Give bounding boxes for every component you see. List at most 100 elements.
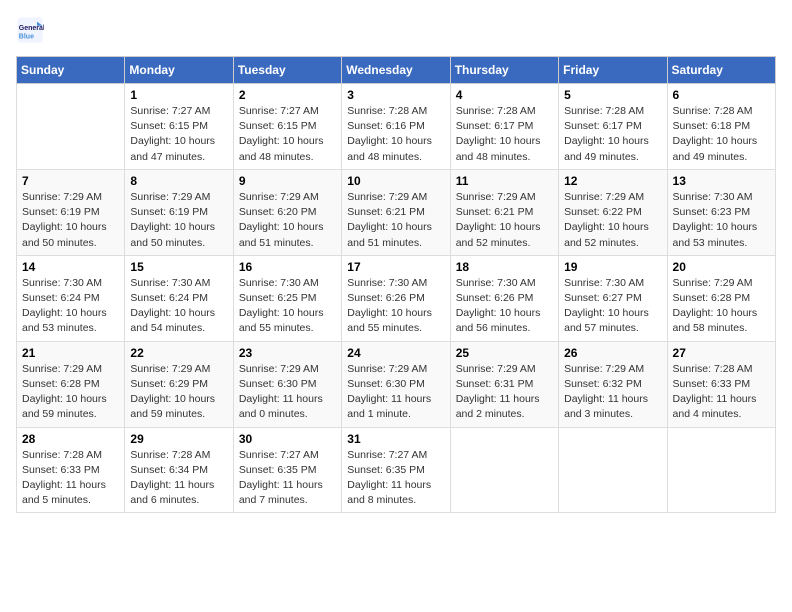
- day-cell-21: 21 Sunrise: 7:29 AM Sunset: 6:28 PM Dayli…: [17, 341, 125, 427]
- calendar-header-row: SundayMondayTuesdayWednesdayThursdayFrid…: [17, 57, 776, 84]
- header-tuesday: Tuesday: [233, 57, 341, 84]
- day-number: 22: [130, 346, 227, 360]
- day-number: 18: [456, 260, 553, 274]
- day-info: Sunrise: 7:30 AM Sunset: 6:26 PM Dayligh…: [456, 276, 553, 337]
- day-cell-27: 27 Sunrise: 7:28 AM Sunset: 6:33 PM Dayli…: [667, 341, 775, 427]
- day-cell-7: 7Sunrise: 7:29 AM Sunset: 6:19 PM Daylig…: [17, 169, 125, 255]
- day-number: 9: [239, 174, 336, 188]
- day-cell-19: 19 Sunrise: 7:30 AM Sunset: 6:27 PM Dayli…: [559, 255, 667, 341]
- day-info: Sunrise: 7:29 AM Sunset: 6:28 PM Dayligh…: [22, 362, 119, 423]
- day-cell-23: 23 Sunrise: 7:29 AM Sunset: 6:30 PM Dayli…: [233, 341, 341, 427]
- day-cell-22: 22 Sunrise: 7:29 AM Sunset: 6:29 PM Dayli…: [125, 341, 233, 427]
- week-row-3: 14 Sunrise: 7:30 AM Sunset: 6:24 PM Dayli…: [17, 255, 776, 341]
- day-info: Sunrise: 7:29 AM Sunset: 6:20 PM Dayligh…: [239, 190, 336, 251]
- day-info: Sunrise: 7:28 AM Sunset: 6:17 PM Dayligh…: [456, 104, 553, 165]
- day-info: Sunrise: 7:29 AM Sunset: 6:21 PM Dayligh…: [347, 190, 444, 251]
- day-info: Sunrise: 7:29 AM Sunset: 6:19 PM Dayligh…: [130, 190, 227, 251]
- day-cell-9: 9 Sunrise: 7:29 AM Sunset: 6:20 PM Daylig…: [233, 169, 341, 255]
- day-number: 30: [239, 432, 336, 446]
- day-number: 23: [239, 346, 336, 360]
- day-cell-13: 13 Sunrise: 7:30 AM Sunset: 6:23 PM Dayli…: [667, 169, 775, 255]
- day-info: Sunrise: 7:30 AM Sunset: 6:25 PM Dayligh…: [239, 276, 336, 337]
- day-cell-5: 5 Sunrise: 7:28 AM Sunset: 6:17 PM Daylig…: [559, 84, 667, 170]
- svg-text:Blue: Blue: [19, 33, 34, 40]
- day-info: Sunrise: 7:29 AM Sunset: 6:22 PM Dayligh…: [564, 190, 661, 251]
- day-number: 4: [456, 88, 553, 102]
- day-info: Sunrise: 7:28 AM Sunset: 6:33 PM Dayligh…: [673, 362, 770, 423]
- day-info: Sunrise: 7:27 AM Sunset: 6:35 PM Dayligh…: [347, 448, 444, 509]
- day-info: Sunrise: 7:29 AM Sunset: 6:28 PM Dayligh…: [673, 276, 770, 337]
- day-info: Sunrise: 7:28 AM Sunset: 6:33 PM Dayligh…: [22, 448, 119, 509]
- day-number: 8: [130, 174, 227, 188]
- header-thursday: Thursday: [450, 57, 558, 84]
- day-cell-4: 4 Sunrise: 7:28 AM Sunset: 6:17 PM Daylig…: [450, 84, 558, 170]
- day-cell-26: 26Sunrise: 7:29 AM Sunset: 6:32 PM Dayli…: [559, 341, 667, 427]
- calendar-table: SundayMondayTuesdayWednesdayThursdayFrid…: [16, 56, 776, 513]
- day-info: Sunrise: 7:28 AM Sunset: 6:34 PM Dayligh…: [130, 448, 227, 509]
- day-number: 7: [22, 174, 119, 188]
- day-cell-2: 2 Sunrise: 7:27 AM Sunset: 6:15 PM Daylig…: [233, 84, 341, 170]
- week-row-1: 1 Sunrise: 7:27 AM Sunset: 6:15 PM Daylig…: [17, 84, 776, 170]
- week-row-2: 7 Sunrise: 7:29 AM Sunset: 6:19 PM Daylig…: [17, 169, 776, 255]
- day-number: 28: [22, 432, 119, 446]
- day-number: 25: [456, 346, 553, 360]
- day-number: 24: [347, 346, 444, 360]
- day-info: Sunrise: 7:27 AM Sunset: 6:15 PM Dayligh…: [239, 104, 336, 165]
- day-number: 27: [673, 346, 770, 360]
- logo-icon: General Blue: [16, 16, 44, 44]
- day-info: Sunrise: 7:30 AM Sunset: 6:26 PM Dayligh…: [347, 276, 444, 337]
- day-info: Sunrise: 7:29 AM Sunset: 6:32 PM Dayligh…: [564, 362, 661, 423]
- day-cell-30: 30 Sunrise: 7:27 AM Sunset: 6:35 PM Dayli…: [233, 427, 341, 513]
- day-info: Sunrise: 7:29 AM Sunset: 6:30 PM Dayligh…: [239, 362, 336, 423]
- day-info: Sunrise: 7:30 AM Sunset: 6:27 PM Dayligh…: [564, 276, 661, 337]
- day-number: 14: [22, 260, 119, 274]
- day-number: 6: [673, 88, 770, 102]
- day-number: 20: [673, 260, 770, 274]
- header-sunday: Sunday: [17, 57, 125, 84]
- day-cell-16: 16 Sunrise: 7:30 AM Sunset: 6:25 PM Dayli…: [233, 255, 341, 341]
- empty-cell: [17, 84, 125, 170]
- day-number: 3: [347, 88, 444, 102]
- day-number: 16: [239, 260, 336, 274]
- day-number: 2: [239, 88, 336, 102]
- header-monday: Monday: [125, 57, 233, 84]
- header-friday: Friday: [559, 57, 667, 84]
- day-cell-20: 20 Sunrise: 7:29 AM Sunset: 6:28 PM Dayli…: [667, 255, 775, 341]
- day-cell-1: 1 Sunrise: 7:27 AM Sunset: 6:15 PM Daylig…: [125, 84, 233, 170]
- svg-text:General: General: [19, 25, 44, 32]
- day-info: Sunrise: 7:27 AM Sunset: 6:15 PM Dayligh…: [130, 104, 227, 165]
- logo: General Blue: [16, 16, 48, 44]
- day-info: Sunrise: 7:29 AM Sunset: 6:31 PM Dayligh…: [456, 362, 553, 423]
- day-cell-18: 18 Sunrise: 7:30 AM Sunset: 6:26 PM Dayli…: [450, 255, 558, 341]
- day-cell-29: 29 Sunrise: 7:28 AM Sunset: 6:34 PM Dayli…: [125, 427, 233, 513]
- day-info: Sunrise: 7:29 AM Sunset: 6:21 PM Dayligh…: [456, 190, 553, 251]
- day-number: 10: [347, 174, 444, 188]
- day-number: 31: [347, 432, 444, 446]
- week-row-5: 28 Sunrise: 7:28 AM Sunset: 6:33 PM Dayli…: [17, 427, 776, 513]
- day-cell-10: 10 Sunrise: 7:29 AM Sunset: 6:21 PM Dayli…: [342, 169, 450, 255]
- week-row-4: 21 Sunrise: 7:29 AM Sunset: 6:28 PM Dayli…: [17, 341, 776, 427]
- day-number: 15: [130, 260, 227, 274]
- day-info: Sunrise: 7:28 AM Sunset: 6:17 PM Dayligh…: [564, 104, 661, 165]
- day-info: Sunrise: 7:27 AM Sunset: 6:35 PM Dayligh…: [239, 448, 336, 509]
- day-info: Sunrise: 7:29 AM Sunset: 6:29 PM Dayligh…: [130, 362, 227, 423]
- day-number: 13: [673, 174, 770, 188]
- day-number: 21: [22, 346, 119, 360]
- day-number: 5: [564, 88, 661, 102]
- day-info: Sunrise: 7:30 AM Sunset: 6:24 PM Dayligh…: [22, 276, 119, 337]
- day-number: 1: [130, 88, 227, 102]
- day-number: 29: [130, 432, 227, 446]
- day-info: Sunrise: 7:30 AM Sunset: 6:23 PM Dayligh…: [673, 190, 770, 251]
- empty-cell: [559, 427, 667, 513]
- day-cell-8: 8 Sunrise: 7:29 AM Sunset: 6:19 PM Daylig…: [125, 169, 233, 255]
- empty-cell: [667, 427, 775, 513]
- day-cell-12: 12Sunrise: 7:29 AM Sunset: 6:22 PM Dayli…: [559, 169, 667, 255]
- day-number: 17: [347, 260, 444, 274]
- day-cell-17: 17 Sunrise: 7:30 AM Sunset: 6:26 PM Dayli…: [342, 255, 450, 341]
- header-wednesday: Wednesday: [342, 57, 450, 84]
- day-cell-24: 24Sunrise: 7:29 AM Sunset: 6:30 PM Dayli…: [342, 341, 450, 427]
- day-info: Sunrise: 7:30 AM Sunset: 6:24 PM Dayligh…: [130, 276, 227, 337]
- header-saturday: Saturday: [667, 57, 775, 84]
- day-cell-11: 11Sunrise: 7:29 AM Sunset: 6:21 PM Dayli…: [450, 169, 558, 255]
- day-number: 19: [564, 260, 661, 274]
